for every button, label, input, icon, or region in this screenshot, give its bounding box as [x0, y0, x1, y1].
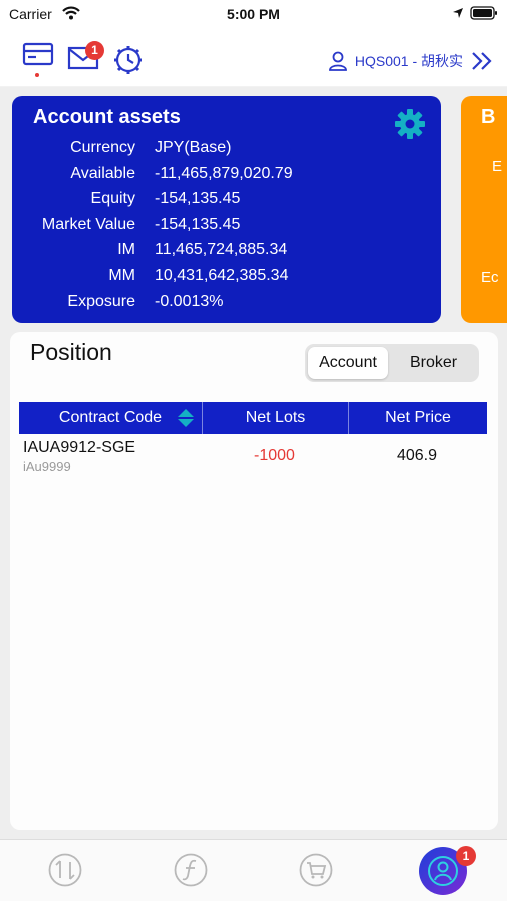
assets-title: Account assets — [33, 106, 181, 128]
asset-value: -154,135.45 — [155, 190, 241, 208]
asset-row: Exposure -0.0013% — [12, 290, 441, 316]
position-panel: Position Account Broker Contract Code Ne… — [10, 332, 498, 830]
column-header-net-price[interactable]: Net Price — [349, 402, 487, 434]
double-chevron-right-icon — [472, 52, 492, 70]
asset-row: Market Value -154,135.45 — [12, 213, 441, 239]
next-card-label: Ec — [481, 269, 499, 286]
cart-icon[interactable] — [298, 852, 334, 888]
asset-label: Equity — [90, 190, 135, 208]
clock-gear-icon[interactable] — [112, 44, 144, 76]
column-header-contract-code[interactable]: Contract Code — [19, 402, 203, 434]
asset-label: Market Value — [41, 215, 135, 233]
contract-code: IAUA9912-SGE — [23, 439, 136, 456]
assets-rows: Currency JPY(Base) Available -11,465,879… — [12, 136, 441, 315]
user-icon — [328, 51, 347, 71]
asset-row: IM 11,465,724,885.34 — [12, 238, 441, 264]
main-content: Account assets Currency JPY(Base) Availa… — [0, 87, 507, 839]
active-indicator-dot — [35, 73, 39, 77]
asset-label: IM — [117, 241, 135, 259]
next-card-label: E — [492, 158, 503, 175]
battery-icon — [470, 6, 497, 20]
profile-badge: 1 — [456, 846, 476, 866]
user-account-switcher[interactable]: HQS001 - 胡秋实 — [328, 49, 493, 73]
asset-row: MM 10,431,642,385.34 — [12, 264, 441, 290]
table-header: Contract Code Net Lots Net Price — [19, 402, 487, 434]
position-title: Position — [30, 339, 112, 365]
contract-subcode: iAu9999 — [23, 459, 71, 474]
asset-value: JPY(Base) — [155, 139, 232, 156]
asset-label: Exposure — [67, 292, 135, 310]
asset-value: 10,431,642,385.34 — [155, 266, 289, 284]
asset-value: 11,465,724,885.34 — [155, 241, 288, 259]
net-price: 406.9 — [396, 447, 438, 464]
top-toolbar: 1 HQS001 - 胡秋实 — [0, 30, 507, 86]
asset-value: -11,465,879,020.79 — [155, 164, 293, 182]
asset-label: Currency — [70, 139, 135, 156]
mail-badge: 1 — [85, 41, 104, 60]
asset-value: -154,135.45 — [155, 215, 241, 233]
status-bar: Carrier 5:00 PM — [0, 0, 507, 30]
asset-row: Available -11,465,879,020.79 — [12, 162, 441, 188]
asset-value: -0.0013% — [155, 292, 224, 310]
asset-row: Currency JPY(Base) — [12, 136, 441, 162]
bottom-tab-bar: 1 — [0, 839, 507, 901]
next-summary-card[interactable]: B E Ec — [461, 96, 507, 323]
tab-account[interactable]: Account — [308, 347, 388, 379]
asset-label: MM — [108, 266, 135, 284]
position-segmented-control: Account Broker — [305, 344, 479, 382]
column-header-label: Contract Code — [58, 409, 163, 426]
next-card-title: B — [481, 106, 496, 128]
column-header-net-lots[interactable]: Net Lots — [203, 402, 349, 434]
net-lots: -1000 — [254, 447, 295, 464]
sort-icon[interactable] — [176, 408, 196, 428]
location-icon — [453, 8, 463, 18]
table-row[interactable]: IAUA9912-SGE iAu9999 -1000 406.9 — [19, 434, 487, 478]
asset-row: Equity -154,135.45 — [12, 187, 441, 213]
asset-label: Available — [70, 164, 135, 182]
user-label: HQS001 - 胡秋实 — [354, 53, 463, 69]
transfer-icon[interactable] — [47, 852, 83, 888]
tab-broker[interactable]: Broker — [391, 347, 476, 379]
account-assets-card[interactable]: Account assets Currency JPY(Base) Availa… — [12, 96, 441, 323]
card-icon[interactable] — [22, 42, 54, 68]
function-icon[interactable] — [173, 852, 209, 888]
status-time: 5:00 PM — [227, 6, 280, 22]
